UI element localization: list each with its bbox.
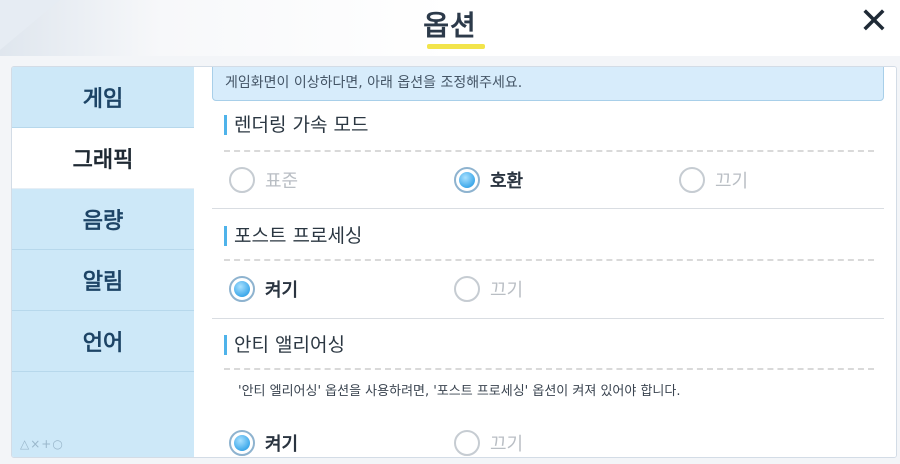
radio-label: 켜기 (265, 434, 299, 455)
radio-label: 켜기 (265, 280, 299, 301)
radio-label: 끄기 (490, 434, 524, 455)
radio-anti-aliasing-off[interactable]: 끄기 (454, 428, 524, 457)
radio-label: 끄기 (490, 280, 524, 301)
section-divider (212, 318, 884, 319)
section-title-post-processing: 포스트 프로세싱 (224, 224, 362, 248)
close-icon[interactable]: ✕ (854, 2, 894, 42)
radio-label: 호환 (490, 171, 524, 192)
section-divider (212, 208, 884, 209)
radio-label: 표준 (265, 171, 299, 192)
section-dash-divider (224, 259, 874, 261)
header-bar: 옵션 ✕ (0, 0, 900, 56)
radio-circle (229, 167, 255, 193)
page-title: 옵션 (423, 9, 477, 42)
section-dash-divider (224, 368, 874, 370)
sidebar-item-volume[interactable]: 음량 (12, 189, 194, 250)
sidebar-item-game[interactable]: 게임 (12, 67, 194, 128)
section-dash-divider (224, 150, 874, 152)
radio-rendering-standard[interactable]: 표준 (229, 165, 298, 195)
section-title-rendering: 렌더링 가속 모드 (224, 113, 368, 137)
section-title-anti-aliasing: 안티 앨리어싱 (224, 333, 345, 357)
radio-anti-aliasing-on[interactable]: 켜기 (229, 428, 299, 457)
title-underline (427, 44, 485, 49)
sidebar-item-notifications[interactable]: 알림 (12, 250, 194, 311)
sidebar-footer-symbols: △×+○ (20, 437, 64, 451)
notice-banner: 게임화면이 이상하다면, 아래 옵션을 조정해주세요. (212, 67, 884, 101)
options-panel: 게임 그래픽 음량 알림 언어 △×+○ 게임화면이 이상하다면, 아래 옵션을… (11, 66, 897, 458)
radio-rendering-compat[interactable]: 호환 (454, 165, 523, 195)
radio-circle (229, 430, 255, 456)
sidebar: 게임 그래픽 음량 알림 언어 △×+○ (12, 67, 194, 457)
radio-circle (454, 276, 480, 302)
radio-post-processing-on[interactable]: 켜기 (229, 274, 298, 304)
radio-circle (454, 167, 480, 193)
radio-post-processing-off[interactable]: 끄기 (454, 274, 523, 304)
content-area: 게임화면이 이상하다면, 아래 옵션을 조정해주세요. 렌더링 가속 모드 표준… (194, 67, 896, 457)
radio-circle (679, 167, 705, 193)
sidebar-item-language[interactable]: 언어 (12, 311, 194, 372)
radio-circle (454, 430, 480, 456)
radio-label: 끄기 (715, 171, 749, 192)
radio-rendering-off[interactable]: 끄기 (679, 165, 748, 195)
sidebar-item-graphics[interactable]: 그래픽 (12, 128, 194, 189)
notice-text: 게임화면이 이상하다면, 아래 옵션을 조정해주세요. (225, 75, 523, 91)
anti-aliasing-note: '안티 엘리어싱' 옵션을 사용하려면, '포스트 프로세싱' 옵션이 켜져 있… (238, 384, 681, 399)
radio-circle (229, 276, 255, 302)
